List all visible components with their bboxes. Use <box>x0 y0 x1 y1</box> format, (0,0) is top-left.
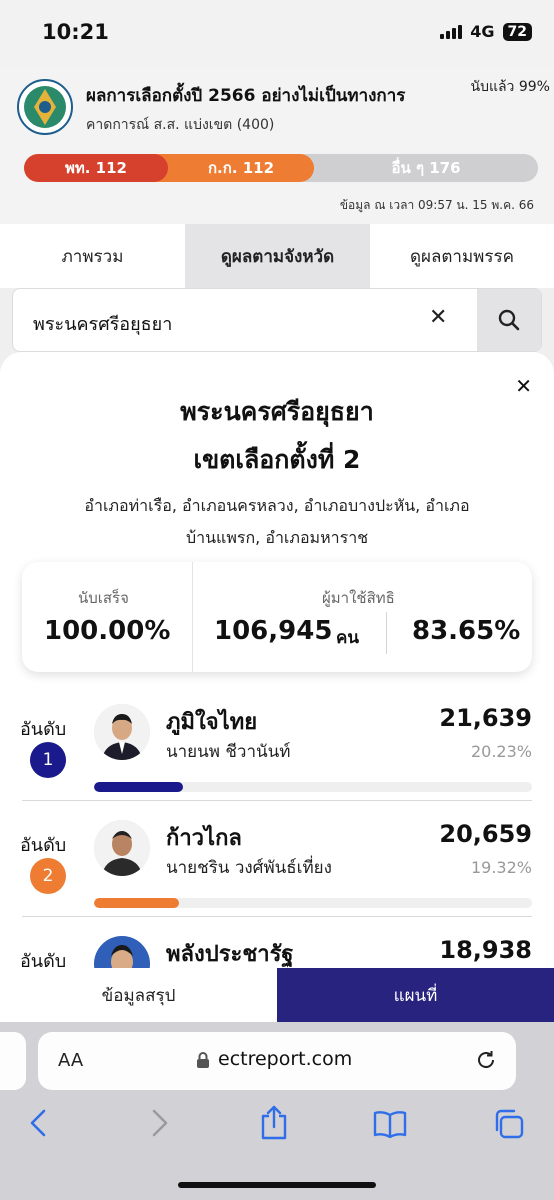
seat-segment-pheu-thai: พท. 112 <box>24 154 168 182</box>
candidate-name: นายนพ ชีวานันท์ <box>166 742 291 762</box>
url-domain: ectreport.com <box>218 1048 353 1070</box>
tab-overview[interactable]: ภาพรวม <box>0 224 185 288</box>
stats-divider <box>386 612 387 654</box>
tab-map[interactable]: แผนที่ <box>277 968 554 1022</box>
battery-icon: 72 <box>502 22 532 41</box>
update-timestamp: ข้อมูล ณ เวลา 09:57 น. 15 พ.ค. 66 <box>339 198 534 212</box>
view-tabs: ภาพรวม ดูผลตามจังหวัด ดูผลตามพรรค <box>0 224 554 288</box>
seat-segment-others: อื่น ๆ 176 <box>300 154 538 182</box>
share-icon[interactable] <box>258 1104 290 1140</box>
previous-tab-peek[interactable] <box>0 1032 26 1090</box>
counted-percent: นับแล้ว 99% <box>470 79 551 95</box>
vote-share-fill <box>94 898 179 908</box>
rank-badge: 2 <box>30 858 66 894</box>
party-name: ภูมิใจไทย <box>166 710 258 735</box>
seat-segment-move-forward: ก.ก. 112 <box>154 154 314 182</box>
turnout-label: ผู้มาใช้สิทธิ <box>322 589 395 607</box>
vote-share-bar <box>94 782 532 792</box>
row-divider <box>22 916 532 917</box>
counted-label: นับเสร็จ <box>78 589 129 607</box>
district-area-line-2: บ้านแพรก, อำเภอมหาราช <box>185 528 369 547</box>
avatar <box>94 704 150 760</box>
rank-badge: 1 <box>30 742 66 778</box>
search-button[interactable] <box>477 289 541 351</box>
rank-label: อันดับ <box>20 719 67 740</box>
forward-icon[interactable] <box>148 1108 170 1138</box>
search-area: พระนครศรีอยุธยา ✕ <box>0 288 554 354</box>
district-result-panel: ✕ พระนครศรีอยุธยา เขตเลือกตั้งที่ 2 อำเภ… <box>0 352 554 968</box>
bottom-tabs: ข้อมูลสรุป แผนที่ <box>0 968 554 1022</box>
turnout-percent: 83.65% <box>412 616 521 646</box>
reload-icon[interactable] <box>474 1048 498 1072</box>
tab-by-party[interactable]: ดูผลตามพรรค <box>370 224 554 288</box>
close-icon[interactable]: ✕ <box>429 305 447 330</box>
ect-logo-icon <box>17 79 73 135</box>
page-subtitle: คาดการณ์ ส.ส. แบ่งเขต (400) <box>86 117 275 133</box>
vote-share-fill <box>94 782 183 792</box>
results-header: ผลการเลือกตั้งปี 2566 อย่างไม่เป็นทางการ… <box>0 66 554 224</box>
turnout-unit: คน <box>336 628 359 648</box>
lock-icon <box>197 1052 209 1068</box>
search-input[interactable]: พระนครศรีอยุธยา ✕ <box>12 288 542 352</box>
party-name: ก้าวไกล <box>166 826 242 851</box>
candidate-row[interactable]: อันดับ 2 ก้าวไกล นายชริน วงศ์พันธ์เที่ยง… <box>0 814 554 930</box>
search-value: พระนครศรีอยุธยา <box>33 314 173 335</box>
party-name: พลังประชารัฐ <box>166 942 294 967</box>
vote-count: 21,639 <box>439 704 532 732</box>
status-indicators: 4G 72 <box>440 22 532 41</box>
vote-percent: 20.23% <box>470 742 532 761</box>
status-time: 10:21 <box>42 20 109 44</box>
row-divider <box>22 800 532 801</box>
page-title: ผลการเลือกตั้งปี 2566 อย่างไม่เป็นทางการ <box>86 86 406 106</box>
status-bar: 10:21 4G 72 <box>0 0 554 66</box>
signal-icon <box>440 24 463 39</box>
seat-bar: พท. 112 ก.ก. 112 อื่น ๆ 176 <box>24 154 538 182</box>
vote-share-bar <box>94 898 532 908</box>
browser-toolbar: AA ectreport.com <box>0 1022 554 1200</box>
search-icon <box>498 309 520 331</box>
district-name: เขตเลือกตั้งที่ 2 <box>193 445 361 474</box>
turnout-value: 106,945 <box>214 616 333 646</box>
tab-by-province[interactable]: ดูผลตามจังหวัด <box>185 224 370 288</box>
candidate-row[interactable]: อันดับ พลังประชารัฐ 18,938 <box>0 930 554 968</box>
rank-label: อันดับ <box>20 835 67 856</box>
back-icon[interactable] <box>28 1108 50 1138</box>
bookmarks-icon[interactable] <box>372 1110 408 1138</box>
province-name: พระนครศรีอยุธยา <box>180 397 374 426</box>
tab-summary[interactable]: ข้อมูลสรุป <box>0 968 277 1022</box>
home-indicator <box>178 1182 376 1188</box>
network-type: 4G <box>470 22 495 41</box>
candidate-row[interactable]: อันดับ 1 ภูมิใจไทย นายนพ ชีวานันท์ 21,63… <box>0 698 554 814</box>
vote-count: 20,659 <box>439 820 532 848</box>
avatar <box>94 820 150 876</box>
stats-divider <box>192 562 193 672</box>
vote-percent: 19.32% <box>470 858 532 877</box>
candidate-name: นายชริน วงศ์พันธ์เที่ยง <box>166 858 332 878</box>
rank-label: อันดับ <box>20 951 67 968</box>
text-size-button[interactable]: AA <box>58 1050 83 1071</box>
counted-value: 100.00% <box>44 616 171 646</box>
address-bar[interactable]: AA ectreport.com <box>38 1032 516 1090</box>
tabs-icon[interactable] <box>492 1108 526 1140</box>
stats-card: นับเสร็จ 100.00% ผู้มาใช้สิทธิ 106,945 ค… <box>22 562 532 672</box>
avatar <box>94 936 150 968</box>
district-area-line-1: อำเภอท่าเรือ, อำเภอนครหลวง, อำเภอบางปะหั… <box>84 496 470 515</box>
vote-count: 18,938 <box>439 936 532 964</box>
